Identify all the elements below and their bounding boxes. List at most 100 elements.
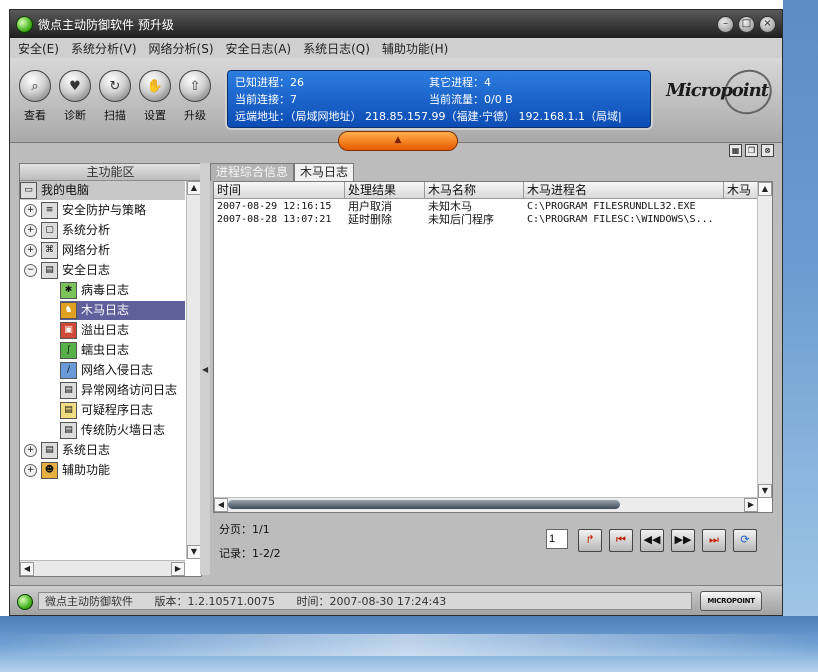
tree-item-abnormal-access-log[interactable]: ▤ 异常网络访问日志 xyxy=(60,381,177,400)
expand-icon[interactable]: + xyxy=(24,224,37,237)
document-icon: ▤ xyxy=(60,382,77,399)
sidebar-vertical-scrollbar[interactable]: ▲ ▼ xyxy=(186,181,201,559)
tree-item-auxiliary[interactable]: + ☻ 辅助功能 xyxy=(24,461,110,480)
table-header: 时间 处理结果 木马名称 木马进程名 木马 xyxy=(214,182,758,199)
previous-page-button[interactable]: ◀◀ xyxy=(640,529,664,552)
upgrade-button[interactable]: ⇧ 升级 xyxy=(178,70,212,123)
next-page-button[interactable]: ▶▶ xyxy=(671,529,695,552)
tree-item-system-analysis[interactable]: + ▢ 系统分析 xyxy=(24,221,110,240)
maximize-button[interactable]: □ xyxy=(738,16,755,33)
scroll-down-arrow-icon[interactable]: ▼ xyxy=(187,545,201,559)
current-connections: 当前连接：7 xyxy=(235,93,297,106)
tree-item-virus-log[interactable]: ✱ 病毒日志 xyxy=(60,281,129,300)
last-page-button[interactable]: ⏭ xyxy=(702,529,726,552)
title-bar[interactable]: 微点主动防御软件 预升级 – □ × xyxy=(10,10,782,38)
tree-item-security-log[interactable]: − ▤ 安全日志 xyxy=(24,261,110,280)
next-icon: ▶▶ xyxy=(674,533,692,546)
tree-item-security-policy[interactable]: + ≡ 安全防护与策略 xyxy=(24,201,146,220)
overflow-icon: ▣ xyxy=(60,322,77,339)
close-button[interactable]: × xyxy=(759,16,776,33)
micropoint-badge: MICROPOINT xyxy=(700,591,762,611)
desktop-background-bottom xyxy=(0,616,818,672)
go-arrow-icon: ↱ xyxy=(585,533,595,546)
table-vertical-scrollbar[interactable]: ▲ ▼ xyxy=(757,182,772,498)
tree-root-my-computer[interactable]: ▭ 我的电脑 xyxy=(20,181,185,200)
scan-icon: ↻ xyxy=(99,70,131,102)
scroll-up-arrow-icon[interactable]: ▲ xyxy=(758,182,772,196)
menu-network-analysis[interactable]: 网络分析(S) xyxy=(149,40,214,57)
desktop-background xyxy=(783,0,818,672)
menu-system-log[interactable]: 系统日志(Q) xyxy=(303,40,370,57)
scan-button[interactable]: ↻ 扫描 xyxy=(98,70,132,123)
tab-trojan-log[interactable]: 木马日志 xyxy=(294,163,355,181)
column-time[interactable]: 时间 xyxy=(214,182,345,198)
tab-process-info[interactable]: 进程综合信息 xyxy=(210,163,295,181)
scroll-right-arrow-icon[interactable]: ▶ xyxy=(744,498,758,512)
collapse-toolbar-handle[interactable]: ▲ xyxy=(338,131,458,151)
splitter-arrow-icon: ◀ xyxy=(202,365,209,374)
scroll-up-arrow-icon[interactable]: ▲ xyxy=(187,181,201,195)
menu-help[interactable]: 辅助功能(H) xyxy=(382,40,448,57)
pane-restore-icon[interactable]: ❐ xyxy=(745,144,758,157)
menu-security[interactable]: 安全(E) xyxy=(18,40,59,57)
previous-icon: ◀◀ xyxy=(643,533,661,546)
table-row[interactable]: 2007-08-29 12:16:15 用户取消 未知木马 C:\PROGRAM… xyxy=(214,200,758,213)
scroll-left-arrow-icon[interactable]: ◀ xyxy=(214,498,228,512)
table-row[interactable]: 2007-08-28 13:07:21 延时删除 未知后门程序 C:\PROGR… xyxy=(214,213,758,226)
first-page-button[interactable]: ⏮ xyxy=(609,529,633,552)
menu-security-log[interactable]: 安全日志(A) xyxy=(226,40,292,57)
main-content: 进程综合信息 木马日志 时间 处理结果 木马名称 木马进程名 木马 2007-0… xyxy=(210,163,773,575)
scroll-right-arrow-icon[interactable]: ▶ xyxy=(171,562,185,576)
status-field: 微点主动防御软件 版本：1.2.10571.0075 时间：2007-08-30… xyxy=(38,592,692,610)
tree-item-network-analysis[interactable]: + ⌘ 网络分析 xyxy=(24,241,110,260)
view-button[interactable]: ⌕ 查看 xyxy=(18,70,52,123)
sword-icon: / xyxy=(60,362,77,379)
page-number-input[interactable] xyxy=(546,529,568,549)
status-bar: 微点主动防御软件 版本：1.2.10571.0075 时间：2007-08-30… xyxy=(10,585,782,615)
menu-system-analysis[interactable]: 系统分析(V) xyxy=(71,40,137,57)
computer-icon: ▭ xyxy=(20,182,37,199)
expand-icon[interactable]: + xyxy=(24,444,37,457)
expand-icon[interactable]: + xyxy=(24,464,37,477)
sidebar-horizontal-scrollbar[interactable]: ◀ ▶ xyxy=(20,560,185,576)
column-trojan-process[interactable]: 木马进程名 xyxy=(524,182,724,198)
current-traffic: 当前流量：0/0 B xyxy=(429,93,513,106)
column-result[interactable]: 处理结果 xyxy=(345,182,425,198)
pane-tile-icon[interactable]: ▦ xyxy=(729,144,742,157)
tree-item-worm-log[interactable]: ∫ 蠕虫日志 xyxy=(60,341,129,360)
menu-bar: 安全(E) 系统分析(V) 网络分析(S) 安全日志(A) 系统日志(Q) 辅助… xyxy=(10,38,782,59)
horizontal-scroll-thumb[interactable] xyxy=(228,500,620,509)
tree-item-firewall-log[interactable]: ▤ 传统防火墙日志 xyxy=(60,421,165,440)
virus-icon: ✱ xyxy=(60,282,77,299)
trojan-log-table: 时间 处理结果 木马名称 木马进程名 木马 2007-08-29 12:16:1… xyxy=(213,181,773,513)
collapse-icon[interactable]: − xyxy=(24,264,37,277)
column-trojan-name[interactable]: 木马名称 xyxy=(425,182,524,198)
tree-item-intrusion-log[interactable]: / 网络入侵日志 xyxy=(60,361,153,380)
go-page-button[interactable]: ↱ xyxy=(578,529,602,552)
tree-item-system-log[interactable]: + ▤ 系统日志 xyxy=(24,441,110,460)
minimize-button[interactable]: – xyxy=(717,16,734,33)
tree-item-overflow-log[interactable]: ▣ 溢出日志 xyxy=(60,321,129,340)
tree-item-suspicious-program-log[interactable]: ▤ 可疑程序日志 xyxy=(60,401,153,420)
status-info-panel: 已知进程：26 其它进程：4 当前连接：7 当前流量：0/0 B 远端地址：（局… xyxy=(225,68,653,130)
scroll-down-arrow-icon[interactable]: ▼ xyxy=(758,484,772,498)
network-icon: ⌘ xyxy=(41,242,58,259)
table-horizontal-scrollbar[interactable]: ◀ ▶ xyxy=(214,497,758,512)
window-icon: ▢ xyxy=(41,222,58,239)
remote-address: 远端地址：（局域网地址） 218.85.157.99（福建·宁德） 192.16… xyxy=(235,110,622,123)
policy-icon: ≡ xyxy=(41,202,58,219)
page-indicator: 分页：1/1 xyxy=(219,523,270,536)
window-title: 微点主动防御软件 预升级 xyxy=(38,18,174,32)
record-indicator: 记录：1-2/2 xyxy=(219,547,281,560)
expand-icon[interactable]: + xyxy=(24,244,37,257)
settings-button[interactable]: ✋ 设置 xyxy=(138,70,172,123)
magnifier-icon: ⌕ xyxy=(19,70,51,102)
refresh-button[interactable]: ⟳ xyxy=(733,529,757,552)
tree-item-trojan-log[interactable]: ♞ 木马日志 xyxy=(60,301,185,320)
pane-splitter[interactable]: ◀ xyxy=(200,163,210,575)
scroll-left-arrow-icon[interactable]: ◀ xyxy=(20,562,34,576)
diagnose-button[interactable]: ♥ 诊断 xyxy=(58,70,92,123)
expand-icon[interactable]: + xyxy=(24,204,37,217)
pane-close-icon[interactable]: ⊗ xyxy=(761,144,774,157)
column-trojan-extra[interactable]: 木马 xyxy=(724,182,758,198)
